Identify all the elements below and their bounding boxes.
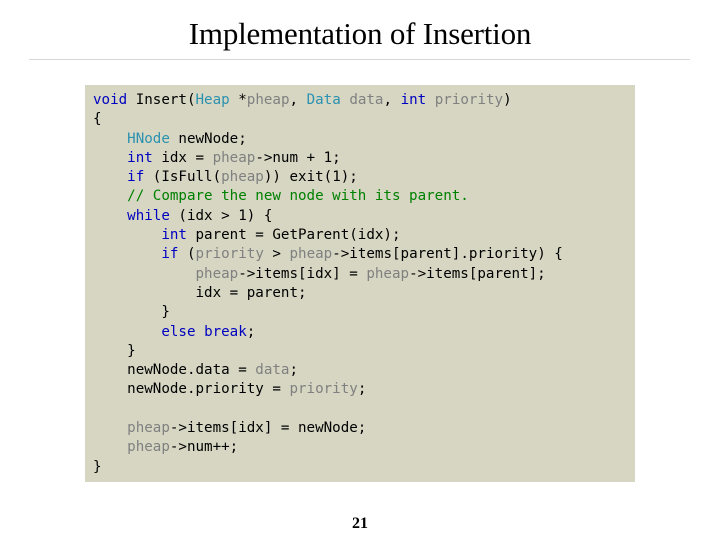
- keyword-token: int: [127, 149, 153, 166]
- code-text: {: [93, 111, 102, 128]
- code-listing: void Insert(Heap *pheap, Data data, int …: [93, 91, 563, 477]
- parameter-token: pheap: [221, 169, 264, 186]
- title-divider: [29, 59, 690, 60]
- parameter-token: pheap: [289, 246, 333, 263]
- code-text: idx = parent;: [93, 284, 307, 301]
- code-line: pheap->items[idx] = pheap->items[parent]…: [93, 265, 563, 284]
- code-text: ;: [357, 381, 367, 398]
- code-block: void Insert(Heap *pheap, Data data, int …: [85, 85, 635, 482]
- type-token: Data: [306, 92, 341, 108]
- keyword-token: void: [93, 92, 128, 108]
- code-line: newNode.data = data;: [93, 361, 563, 380]
- code-text: newNode.priority =: [93, 381, 290, 398]
- parameter-token: pheap: [127, 439, 170, 456]
- code-text: *: [229, 92, 247, 108]
- code-text: newNode.data =: [93, 362, 256, 379]
- parameter-token: priority: [434, 92, 504, 108]
- code-line: }: [93, 303, 563, 322]
- parameter-token: pheap: [212, 149, 256, 166]
- code-text: ,: [289, 92, 307, 108]
- parameter-token: pheap: [246, 92, 290, 108]
- code-text: ;: [289, 362, 299, 379]
- code-text: newNode;: [169, 130, 247, 147]
- code-line: pheap->num++;: [93, 438, 563, 457]
- type-token: HNode: [127, 130, 170, 147]
- code-line: idx = parent;: [93, 284, 563, 303]
- code-text: >: [263, 246, 290, 263]
- code-text: ->items[parent];: [409, 265, 546, 282]
- code-line: pheap->items[idx] = newNode;: [93, 419, 563, 438]
- page-number: 21: [352, 515, 368, 532]
- code-text: (: [178, 246, 196, 263]
- code-line: // Compare the new node with its parent.: [93, 187, 563, 206]
- code-text: }: [93, 342, 136, 359]
- keyword-token: if: [127, 169, 145, 186]
- keyword-token: int: [161, 227, 187, 244]
- code-text: idx =: [152, 149, 213, 166]
- code-line: int parent = GetParent(idx);: [93, 226, 563, 245]
- code-text: ): [503, 92, 512, 108]
- slide-title: Implementation of Insertion: [188, 16, 532, 51]
- keyword-token: int: [400, 92, 427, 108]
- code-text: )) exit(1);: [263, 169, 358, 186]
- code-text: (IsFull(: [144, 169, 222, 186]
- code-text: ->items[idx] =: [238, 265, 367, 282]
- code-line: else break;: [93, 323, 563, 342]
- code-line: HNode newNode;: [93, 130, 563, 149]
- parameter-token: pheap: [366, 265, 410, 282]
- code-line: }: [93, 342, 563, 361]
- parameter-token: priority: [195, 246, 264, 263]
- code-text: (idx > 1) {: [169, 207, 273, 224]
- code-line: newNode.priority = priority;: [93, 380, 563, 399]
- code-line: int idx = pheap->num + 1;: [93, 149, 563, 168]
- type-token: Heap: [195, 92, 230, 108]
- code-line: while (idx > 1) {: [93, 207, 563, 226]
- code-text: }: [93, 458, 102, 475]
- code-text: }: [93, 304, 170, 321]
- code-text: ,: [383, 92, 401, 108]
- code-text: Insert(: [127, 92, 196, 108]
- parameter-token: pheap: [195, 265, 239, 282]
- code-line: }: [93, 458, 563, 477]
- keyword-token: while: [127, 207, 170, 224]
- code-text: ->items[parent].priority) {: [332, 246, 563, 263]
- code-line: if (priority > pheap->items[parent].prio…: [93, 245, 563, 264]
- keyword-token: if: [161, 246, 179, 263]
- code-line: {: [93, 110, 563, 129]
- code-line: if (IsFull(pheap)) exit(1);: [93, 168, 563, 187]
- keyword-token: else: [161, 323, 196, 340]
- parameter-token: data: [349, 92, 384, 108]
- comment-token: // Compare the new node with its parent.: [127, 188, 469, 205]
- code-text: ->num++;: [169, 439, 239, 456]
- keyword-token: break: [204, 323, 247, 340]
- code-line: void Insert(Heap *pheap, Data data, int …: [93, 91, 563, 110]
- code-text: ;: [246, 323, 256, 340]
- code-text: parent = GetParent(idx);: [186, 227, 401, 244]
- code-text: ->items[idx] = newNode;: [169, 420, 367, 437]
- parameter-token: priority: [289, 381, 358, 398]
- parameter-token: data: [255, 362, 290, 379]
- parameter-token: pheap: [127, 420, 170, 437]
- code-text: ->num + 1;: [255, 149, 341, 166]
